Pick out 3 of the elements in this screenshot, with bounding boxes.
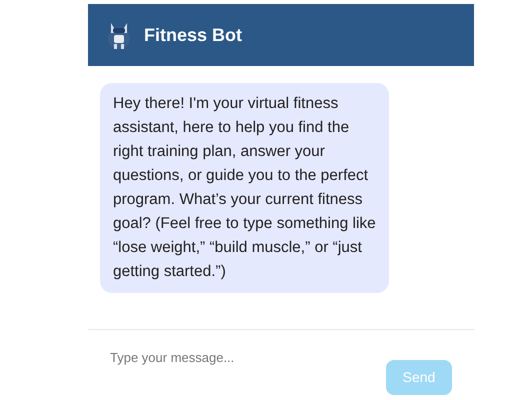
message-bubble: Hey there! I'm your virtual fitness assistant, here to help you find the right training plan, answer your questions, or guide you to the perfect program. What’s your current fitness goal? (Feel free to type something like “lose weight,” “build muscle,” or “just getting started.”) <box>100 83 389 293</box>
chat-title: Fitness Bot <box>144 24 242 46</box>
message-input[interactable]: Type your message... <box>110 348 378 368</box>
